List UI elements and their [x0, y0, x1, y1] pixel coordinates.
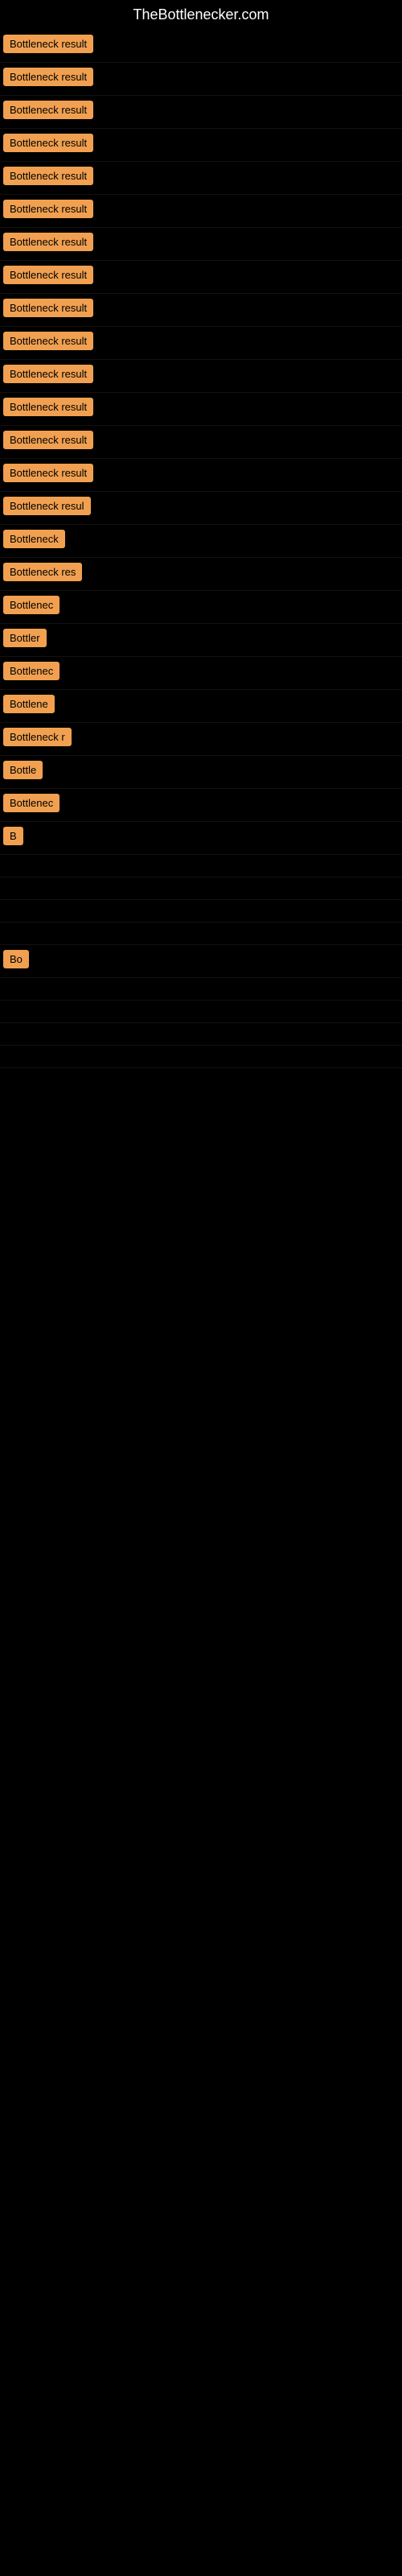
bottleneck-result-badge[interactable]: Bottleneck result — [3, 464, 93, 482]
bottleneck-result-badge[interactable]: Bottleneck result — [3, 233, 93, 251]
bottleneck-result-badge[interactable]: Bottleneck result — [3, 266, 93, 284]
list-item: Bottleneck resul — [0, 492, 402, 525]
bottleneck-result-badge[interactable]: Bottleneck result — [3, 299, 93, 317]
list-item: Bottleneck result — [0, 162, 402, 195]
bottleneck-result-badge[interactable]: B — [3, 827, 23, 845]
bottleneck-result-badge[interactable]: Bottlenec — [3, 662, 59, 680]
bottleneck-result-badge[interactable]: Bottleneck result — [3, 398, 93, 416]
bottleneck-result-badge[interactable]: Bottleneck — [3, 530, 65, 548]
list-item: Bottlenec — [0, 657, 402, 690]
list-item: Bottleneck result — [0, 426, 402, 459]
rows-container: Bottleneck result Bottleneck result Bottle… — [0, 30, 402, 1068]
list-item: Bottleneck result — [0, 327, 402, 360]
list-item: Bottleneck result — [0, 96, 402, 129]
bottleneck-result-badge[interactable]: Bottleneck result — [3, 68, 93, 86]
bottleneck-result-badge[interactable]: Bottleneck result — [3, 101, 93, 119]
site-title: TheBottlenecker.com — [0, 0, 402, 30]
bottleneck-result-badge[interactable]: Bottlene — [3, 695, 55, 713]
list-item: Bottleneck result — [0, 228, 402, 261]
list-item — [0, 855, 402, 877]
list-item: Bottleneck result — [0, 459, 402, 492]
bottleneck-result-badge[interactable]: Bottleneck result — [3, 365, 93, 383]
bottleneck-result-badge[interactable]: Bottleneck res — [3, 563, 82, 581]
list-item — [0, 978, 402, 1001]
bottleneck-result-badge[interactable]: Bottleneck result — [3, 35, 93, 53]
list-item: Bottleneck res — [0, 558, 402, 591]
bottleneck-result-badge[interactable]: Bottleneck result — [3, 167, 93, 185]
list-item: Bo — [0, 945, 402, 978]
list-item: Bottle — [0, 756, 402, 789]
bottleneck-result-badge[interactable]: Bottleneck result — [3, 134, 93, 152]
bottleneck-result-badge[interactable]: Bottleneck result — [3, 332, 93, 350]
list-item: Bottleneck result — [0, 129, 402, 162]
list-item: Bottleneck result — [0, 261, 402, 294]
list-item: Bottlenec — [0, 789, 402, 822]
list-item — [0, 877, 402, 900]
list-item: Bottler — [0, 624, 402, 657]
list-item: Bottlenec — [0, 591, 402, 624]
list-item: Bottleneck r — [0, 723, 402, 756]
list-item: Bottleneck result — [0, 30, 402, 63]
bottleneck-result-badge[interactable]: Bottleneck resul — [3, 497, 91, 515]
list-item: Bottleneck result — [0, 195, 402, 228]
bottleneck-result-badge[interactable]: Bottlenec — [3, 596, 59, 614]
bottleneck-result-badge[interactable]: Bottleneck r — [3, 728, 72, 746]
list-item: Bottleneck — [0, 525, 402, 558]
bottleneck-result-badge[interactable]: Bottleneck result — [3, 200, 93, 218]
bottleneck-result-badge[interactable]: Bottler — [3, 629, 47, 647]
list-item — [0, 1001, 402, 1023]
site-title-bar: TheBottlenecker.com — [0, 0, 402, 30]
list-item: Bottleneck result — [0, 294, 402, 327]
bottleneck-result-badge[interactable]: Bo — [3, 950, 29, 968]
list-item: Bottlene — [0, 690, 402, 723]
list-item — [0, 1046, 402, 1068]
list-item — [0, 923, 402, 945]
bottleneck-result-badge[interactable]: Bottlenec — [3, 794, 59, 812]
list-item — [0, 1023, 402, 1046]
list-item: Bottleneck result — [0, 393, 402, 426]
list-item: Bottleneck result — [0, 63, 402, 96]
list-item: Bottleneck result — [0, 360, 402, 393]
list-item — [0, 900, 402, 923]
list-item: B — [0, 822, 402, 855]
bottleneck-result-badge[interactable]: Bottleneck result — [3, 431, 93, 449]
bottleneck-result-badge[interactable]: Bottle — [3, 761, 43, 779]
